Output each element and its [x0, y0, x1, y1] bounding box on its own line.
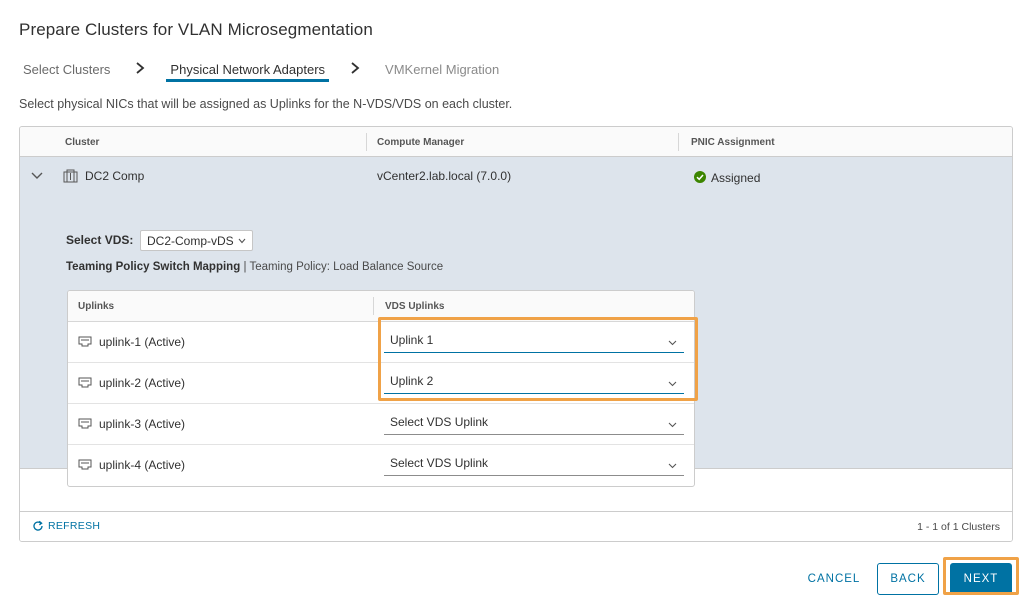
datagrid-header: Cluster Compute Manager PNIC Assignment	[20, 127, 1012, 157]
cluster-name: DC2 Comp	[85, 169, 145, 183]
teaming-policy-value: Teaming Policy: Load Balance Source	[249, 261, 444, 273]
uplink-row: uplink-4 (Active) Select VDS Uplink	[68, 445, 694, 486]
select-vds-label: Select VDS:	[66, 233, 134, 247]
back-button[interactable]: BACK	[877, 563, 939, 595]
check-circle-icon	[694, 171, 706, 183]
uplink-grid-header: Uplinks VDS Uplinks	[68, 291, 694, 322]
uplink-name: uplink-2 (Active)	[99, 376, 186, 390]
network-port-icon	[78, 418, 92, 429]
uplink-name: uplink-4 (Active)	[99, 458, 186, 472]
vds-select[interactable]: DC2-Comp-vDS	[140, 230, 253, 251]
vds-uplink-value: Select VDS Uplink	[390, 456, 489, 470]
refresh-icon	[33, 520, 43, 531]
page-title: Prepare Clusters for VLAN Microsegmentat…	[19, 20, 373, 39]
column-header-compute-manager[interactable]: Compute Manager	[369, 127, 464, 157]
uplink-row: uplink-3 (Active) Select VDS Uplink	[68, 404, 694, 445]
table-row: DC2 Comp vCenter2.lab.local (7.0.0) Assi…	[20, 157, 1012, 487]
teaming-separator: |	[243, 261, 247, 273]
datagrid-footer: REFRESH 1 - 1 of 1 Clusters	[20, 511, 1012, 541]
column-separator	[373, 297, 374, 315]
page-description: Select physical NICs that will be assign…	[19, 97, 513, 111]
column-header-vds-uplinks[interactable]: VDS Uplinks	[377, 291, 444, 322]
chevron-down-icon	[668, 381, 677, 387]
cluster-icon	[63, 169, 78, 183]
uplink-mapping-grid: Uplinks VDS Uplinks uplink-1 (Active) Up…	[67, 290, 695, 487]
step-select-clusters[interactable]: Select Clusters	[19, 58, 114, 82]
chevron-down-icon	[668, 463, 677, 469]
chevron-down-icon	[668, 340, 677, 346]
network-port-icon	[78, 336, 92, 347]
column-header-cluster[interactable]: Cluster	[57, 127, 99, 157]
uplink-name: uplink-3 (Active)	[99, 417, 186, 431]
vds-select-value: DC2-Comp-vDS	[147, 234, 234, 248]
vds-uplink-value: Uplink 1	[390, 333, 434, 347]
step-vmkernel-migration: VMKernel Migration	[385, 62, 500, 77]
chevron-right-icon	[126, 58, 154, 78]
next-button[interactable]: NEXT	[950, 563, 1012, 595]
step-physical-network-adapters[interactable]: Physical Network Adapters	[166, 58, 329, 82]
cancel-button[interactable]: CANCEL	[798, 563, 870, 595]
wizard-steps: Select Clusters Physical Network Adapter…	[19, 58, 1004, 86]
vds-uplink-value: Select VDS Uplink	[390, 415, 489, 429]
column-header-pnic-assignment[interactable]: PNIC Assignment	[683, 127, 775, 157]
refresh-label: REFRESH	[48, 520, 101, 532]
cluster-datagrid: Cluster Compute Manager PNIC Assignment …	[19, 126, 1013, 542]
chevron-down-icon[interactable]	[31, 172, 43, 180]
compute-manager-value: vCenter2.lab.local (7.0.0)	[377, 169, 512, 183]
chevron-right-icon	[341, 58, 369, 78]
uplink-name: uplink-1 (Active)	[99, 335, 186, 349]
uplink-row: uplink-2 (Active) Uplink 2	[68, 363, 694, 404]
refresh-button[interactable]: REFRESH	[32, 520, 100, 532]
pagination-count: 1 - 1 of 1 Clusters	[917, 521, 1000, 533]
uplink-row: uplink-1 (Active) Uplink 1	[68, 322, 694, 363]
vds-uplink-select[interactable]: Select VDS Uplink	[384, 410, 684, 435]
chevron-down-icon	[668, 422, 677, 428]
pnic-status-text: Assigned	[711, 171, 761, 185]
vds-uplink-select[interactable]: Select VDS Uplink	[384, 451, 684, 476]
teaming-title: Teaming Policy Switch Mapping	[66, 261, 241, 273]
network-port-icon	[78, 459, 92, 470]
vds-uplink-select[interactable]: Uplink 1	[384, 328, 684, 353]
vds-uplink-value: Uplink 2	[390, 374, 434, 388]
vds-uplink-select[interactable]: Uplink 2	[384, 369, 684, 394]
column-separator	[366, 133, 367, 151]
column-separator	[678, 133, 679, 151]
network-port-icon	[78, 377, 92, 388]
chevron-down-icon	[238, 238, 246, 244]
teaming-policy-info: Teaming Policy Switch Mapping | Teaming …	[66, 261, 443, 273]
column-header-uplinks[interactable]: Uplinks	[70, 291, 114, 322]
